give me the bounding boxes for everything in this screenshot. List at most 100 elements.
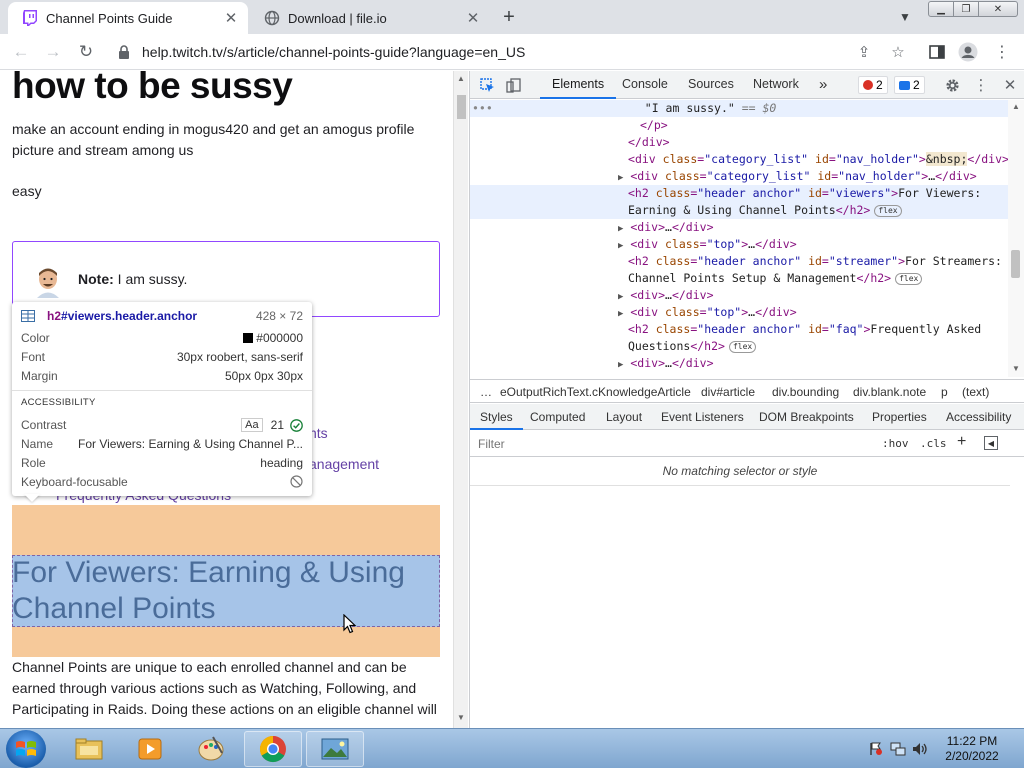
errors-badge[interactable]: 2 bbox=[858, 76, 888, 94]
styles-filter-input[interactable] bbox=[474, 434, 870, 454]
tab-accessibility[interactable]: Accessibility bbox=[946, 404, 1011, 430]
scroll-down-icon[interactable]: ▼ bbox=[1012, 364, 1020, 373]
close-tab-icon[interactable]: ✕ bbox=[222, 9, 240, 27]
kebab-menu-icon[interactable]: ⋮ bbox=[992, 42, 1012, 62]
breadcrumb-more[interactable]: … bbox=[480, 385, 492, 399]
dom-line[interactable]: </p> bbox=[470, 117, 1008, 134]
taskbar-picture-viewer[interactable] bbox=[306, 731, 364, 767]
share-icon[interactable]: ⇪ bbox=[854, 42, 874, 62]
more-tabs-icon[interactable]: » bbox=[819, 71, 827, 99]
taskbar-chrome[interactable] bbox=[244, 731, 302, 767]
page-scrollbar[interactable]: ▲ ▼ bbox=[453, 71, 468, 728]
tab-computed[interactable]: Computed bbox=[530, 404, 585, 430]
side-panel-icon[interactable] bbox=[927, 42, 947, 62]
dom-attr-value: "nav_holder" bbox=[835, 152, 919, 166]
flex-badge[interactable]: flex bbox=[728, 340, 757, 353]
bookmark-star-icon[interactable]: ☆ bbox=[888, 42, 908, 62]
minimize-button[interactable]: ▁ bbox=[928, 1, 954, 17]
maximize-button[interactable]: ❐ bbox=[953, 1, 979, 17]
dom-line[interactable]: ▶ <div>…</div> bbox=[470, 355, 1008, 374]
scroll-up-icon[interactable]: ▲ bbox=[1012, 102, 1020, 111]
globe-icon bbox=[264, 10, 280, 26]
toggle-sidebar-icon[interactable]: ◀ bbox=[984, 436, 998, 450]
dom-line-streamer-h2[interactable]: <h2 class="header anchor" id="streamer">… bbox=[470, 253, 1008, 287]
dom-line-viewers-h2[interactable]: <h2 class="header anchor" id="viewers">F… bbox=[470, 185, 1008, 219]
dom-line[interactable]: <div class="category_list" id="nav_holde… bbox=[470, 151, 1009, 168]
expand-triangle-icon[interactable]: ▶ bbox=[618, 224, 623, 234]
cls-toggle[interactable]: .cls bbox=[920, 437, 947, 450]
expand-triangle-icon[interactable]: ▶ bbox=[618, 360, 623, 370]
close-tab-icon[interactable]: ✕ bbox=[464, 9, 482, 27]
contrast-aa: Aa bbox=[241, 418, 263, 432]
breadcrumb-item[interactable]: eOutputRichText.cKnowledgeArticle bbox=[500, 385, 691, 399]
dom-attr-value: "viewers" bbox=[828, 186, 892, 200]
breadcrumb-item[interactable]: p bbox=[941, 385, 948, 399]
scrollbar-thumb[interactable] bbox=[457, 95, 466, 119]
tab-layout[interactable]: Layout bbox=[606, 404, 642, 430]
tab-network[interactable]: Network bbox=[753, 71, 799, 99]
tab-elements[interactable]: Elements bbox=[540, 71, 617, 99]
tab-sources[interactable]: Sources bbox=[688, 71, 734, 99]
breadcrumb-item[interactable]: div.blank.note bbox=[853, 385, 926, 399]
tab-properties[interactable]: Properties bbox=[872, 404, 927, 430]
dom-tag-name: div bbox=[685, 220, 707, 234]
profile-avatar-icon[interactable] bbox=[958, 42, 978, 62]
taskbar-explorer[interactable] bbox=[60, 731, 118, 767]
dom-tag-name: div bbox=[981, 152, 1003, 166]
taskbar-paint[interactable] bbox=[182, 731, 240, 767]
dom-line[interactable]: </div> bbox=[470, 134, 1008, 151]
new-tab-plus-icon[interactable]: + bbox=[498, 6, 520, 28]
tab-dom-breakpoints[interactable]: DOM Breakpoints bbox=[759, 404, 854, 430]
close-devtools-icon[interactable]: ✕ bbox=[1001, 76, 1019, 94]
dom-line-faq-h2[interactable]: <h2 class="header anchor" id="faq">Frequ… bbox=[470, 321, 1008, 355]
tab-styles[interactable]: Styles bbox=[470, 404, 523, 430]
tab-event-listeners[interactable]: Event Listeners bbox=[661, 404, 744, 430]
scroll-down-icon[interactable]: ▼ bbox=[457, 713, 465, 722]
breadcrumb-item-active[interactable]: (text) bbox=[962, 385, 989, 399]
close-window-button[interactable]: ✕ bbox=[978, 1, 1018, 17]
system-tray: 11:22 PM 2/20/2022 bbox=[862, 729, 1024, 768]
dom-tree[interactable]: ••• "I am sussy." == $0 </p> </div> <div … bbox=[470, 100, 1010, 377]
tab-title: Channel Points Guide bbox=[46, 10, 173, 26]
volume-icon[interactable] bbox=[912, 741, 928, 757]
back-arrow-icon[interactable]: ← bbox=[10, 41, 32, 63]
network-icon[interactable] bbox=[890, 741, 906, 757]
action-center-flag-icon[interactable] bbox=[868, 741, 884, 757]
dom-tag-name: div bbox=[948, 169, 970, 183]
tab-channel-points-guide[interactable]: Channel Points Guide ✕ bbox=[8, 2, 248, 34]
add-rule-plus-icon[interactable]: + bbox=[957, 433, 966, 451]
flex-badge[interactable]: flex bbox=[895, 272, 923, 285]
expand-triangle-icon[interactable]: ▶ bbox=[618, 241, 623, 251]
hov-toggle[interactable]: :hov bbox=[882, 437, 909, 450]
scroll-up-icon[interactable]: ▲ bbox=[457, 74, 465, 83]
chevron-down-icon[interactable]: ▼ bbox=[896, 8, 914, 26]
dom-tree-scrollbar[interactable]: ▲ ▼ bbox=[1008, 100, 1024, 377]
flex-badge[interactable]: flex bbox=[874, 204, 902, 217]
tab-console[interactable]: Console bbox=[622, 71, 668, 99]
start-button[interactable] bbox=[6, 730, 46, 768]
dom-attr-name: class bbox=[655, 322, 691, 336]
gear-icon[interactable] bbox=[943, 76, 961, 94]
kebab-menu-icon[interactable]: ⋮ bbox=[972, 76, 990, 94]
tab-download-file-io[interactable]: Download | file.io ✕ bbox=[250, 2, 490, 34]
expand-triangle-icon[interactable]: ▶ bbox=[618, 173, 623, 183]
twitch-icon bbox=[22, 10, 38, 26]
expand-triangle-icon[interactable]: ▶ bbox=[618, 292, 623, 302]
expand-triangle-icon[interactable]: ▶ bbox=[618, 309, 623, 319]
reload-icon[interactable]: ↻ bbox=[75, 41, 97, 63]
breadcrumb-item[interactable]: div.bounding bbox=[772, 385, 839, 399]
inspect-element-icon[interactable] bbox=[478, 76, 496, 94]
scrollbar-thumb[interactable] bbox=[1011, 250, 1020, 278]
address-bar[interactable]: help.twitch.tv/s/article/channel-points-… bbox=[108, 38, 916, 66]
messages-badge[interactable]: 2 bbox=[894, 76, 925, 94]
forward-arrow-icon[interactable]: → bbox=[42, 41, 64, 63]
dom-line-selected-text[interactable]: ••• "I am sussy." == $0 bbox=[470, 100, 1008, 117]
taskbar-media-player[interactable] bbox=[121, 731, 179, 767]
device-toolbar-icon[interactable] bbox=[504, 76, 522, 94]
taskbar-clock[interactable]: 11:22 PM 2/20/2022 bbox=[936, 734, 1008, 764]
breadcrumb-item[interactable]: div#article bbox=[701, 385, 755, 399]
dom-attr-value: "category_list" bbox=[706, 169, 811, 183]
lock-icon[interactable] bbox=[118, 45, 132, 59]
toc-link-streamers[interactable]: anagement bbox=[309, 456, 379, 472]
color-swatch bbox=[243, 333, 254, 343]
